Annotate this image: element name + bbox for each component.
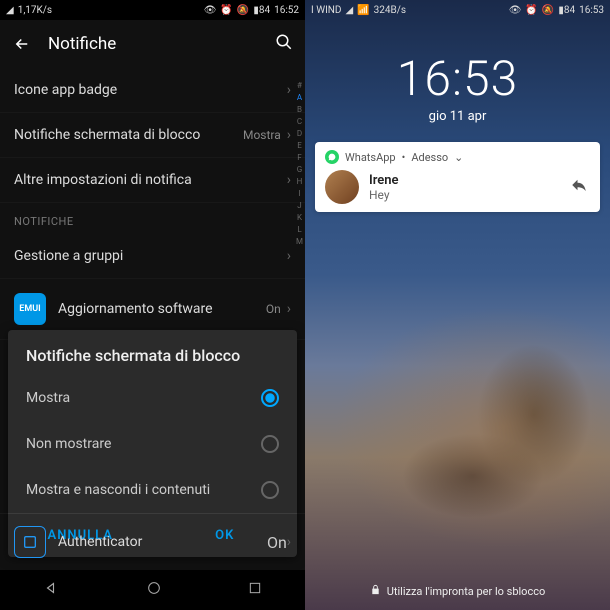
status-bar: I WIND ◢ 📶 324B/s 👁 ⏰ 🔕 ▮84 16:53 [305,0,610,20]
settings-list: Icone app badge › Notifiche schermata di… [0,68,305,340]
alarm-icon: ⏰ [525,5,537,16]
clock-time: 16:53 [305,50,610,107]
lock-icon [370,584,381,598]
fingerprint-hint: Utilizza l'impronta per lo sblocco [305,584,610,598]
clock-small: 16:53 [579,5,604,16]
dnd-icon: 🔕 [542,5,554,16]
row-authenticator[interactable]: Authenticator On › [0,513,305,570]
back-icon[interactable] [12,34,32,54]
settings-screen: ◢ 1,17K/s 👁 ⏰ 🔕 ▮84 16:52 Notifiche #ABC… [0,0,305,610]
wifi-icon: 📶 [357,5,369,16]
row-badge-icons[interactable]: Icone app badge › [0,68,305,113]
row-group-mgmt[interactable]: Gestione a gruppi › [0,234,305,279]
battery-icon: ▮84 [253,5,270,16]
page-title: Notifiche [48,34,259,54]
avatar [325,170,359,204]
signal-icon: ◢ [346,5,354,16]
row-lockscreen-notif[interactable]: Notifiche schermata di blocco Mostra › [0,113,305,158]
reply-icon[interactable] [570,176,588,198]
nav-recent-icon[interactable] [247,580,263,600]
battery-icon: ▮84 [558,5,575,16]
option-hide-content[interactable]: Mostra e nascondi i contenuti [8,467,297,513]
signal-icon: ◢ [6,5,14,16]
nav-home-icon[interactable] [146,580,162,600]
option-show[interactable]: Mostra [8,375,297,421]
eye-icon: 👁 [509,5,522,16]
section-header: NOTIFICHE [0,203,305,234]
nav-bar [0,570,305,610]
radio-checked-icon[interactable] [261,389,279,407]
emui-icon: EMUI [14,293,46,325]
chevron-right-icon: › [287,248,291,264]
chevron-down-icon[interactable]: ⌄ [454,151,463,164]
dialog-title: Notifiche schermata di blocco [8,346,297,375]
clock-small: 16:52 [274,5,299,16]
notif-app: WhatsApp [345,151,396,164]
chevron-right-icon: › [287,82,291,98]
net-speed: 1,17K/s [18,5,52,16]
lockscreen: I WIND ◢ 📶 324B/s 👁 ⏰ 🔕 ▮84 16:53 16:53 … [305,0,610,610]
radio-icon[interactable] [261,481,279,499]
radio-icon[interactable] [261,435,279,453]
alarm-icon: ⏰ [220,5,232,16]
chevron-right-icon: › [287,534,291,550]
notif-sender: Irene [369,173,399,188]
carrier-label: I WIND [311,5,342,16]
header: Notifiche [0,20,305,68]
authenticator-icon [14,526,46,558]
notif-header[interactable]: WhatsApp • Adesso ⌄ [325,150,590,164]
notif-when: Adesso [411,151,448,164]
option-hide[interactable]: Non mostrare [8,421,297,467]
nav-back-icon[interactable] [43,579,61,601]
notif-message: Hey [369,188,399,202]
clock-date: gio 11 apr [305,109,610,124]
net-speed: 324B/s [374,5,406,16]
whatsapp-icon [325,150,339,164]
eye-icon: 👁 [204,5,217,16]
lockscreen-clock: 16:53 gio 11 apr [305,50,610,124]
notification-card[interactable]: WhatsApp • Adesso ⌄ Irene Hey [315,142,600,212]
row-other-settings[interactable]: Altre impostazioni di notifica › [0,158,305,203]
chevron-right-icon: › [287,172,291,188]
chevron-right-icon: › [287,127,291,143]
search-icon[interactable] [275,33,293,55]
chevron-right-icon: › [287,301,291,317]
dnd-icon: 🔕 [237,5,249,16]
status-bar: ◢ 1,17K/s 👁 ⏰ 🔕 ▮84 16:52 [0,0,305,20]
